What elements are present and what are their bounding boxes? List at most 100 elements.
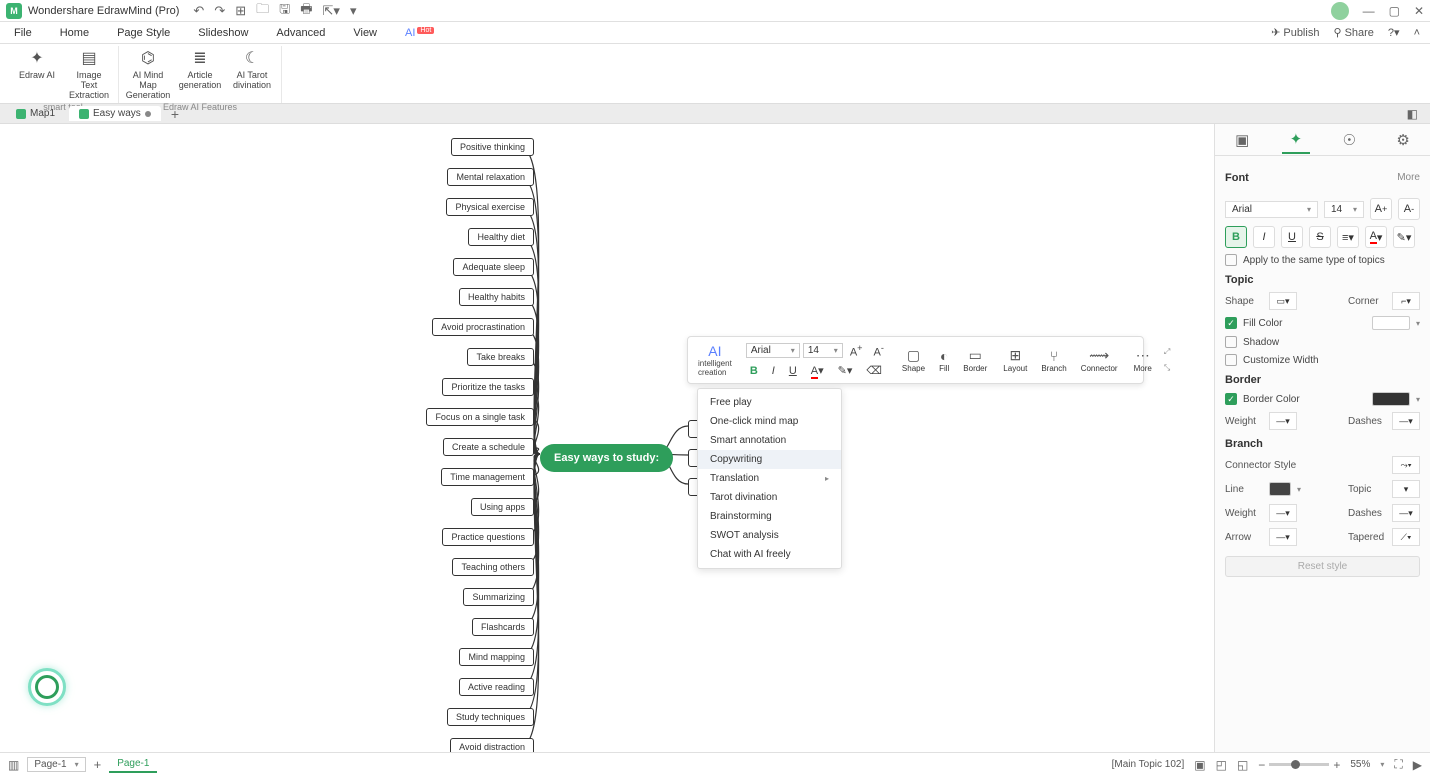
ft-branch[interactable]: ⑂Branch [1035,346,1072,375]
close-button[interactable]: ✕ [1414,4,1424,18]
subtopic-left-3[interactable]: Healthy diet [468,228,534,246]
ft-connector[interactable]: ⟿Connector [1075,345,1124,375]
rp-strike[interactable]: S [1309,226,1331,248]
ft-fontsize-up[interactable]: A+ [846,341,867,361]
ribbon-edraw-ai[interactable]: ✦Edraw AI [12,46,62,102]
zoom-out-icon[interactable]: − [1258,758,1265,772]
fullscreen-icon[interactable]: ⛶ [1394,757,1402,772]
subtopic-left-15[interactable]: Summarizing [463,588,534,606]
redo-icon[interactable]: ↷ [214,3,225,19]
subtopic-left-7[interactable]: Take breaks [467,348,534,366]
pages-icon[interactable]: ▥ [8,758,19,772]
reset-style-button[interactable]: Reset style [1225,556,1420,577]
subtopic-left-18[interactable]: Active reading [459,678,534,696]
cm-translation[interactable]: Translation▸ [698,469,841,488]
zoom-slider[interactable]: − + [1258,758,1340,772]
ft-bold[interactable]: B [746,363,762,379]
rp-tab-outline[interactable]: ▣ [1227,127,1257,153]
cm-tarot[interactable]: Tarot divination [698,488,841,507]
subtopic-left-16[interactable]: Flashcards [472,618,534,636]
fit-width-icon[interactable]: ◱ [1237,758,1248,772]
subtopic-left-1[interactable]: Mental relaxation [447,168,534,186]
rp-border-weight[interactable]: —▾ [1269,412,1297,430]
ribbon-image-text[interactable]: ▤Image Text Extraction [64,46,114,102]
new-icon[interactable]: ⊞ [235,3,246,19]
rp-more-link[interactable]: More [1397,172,1420,183]
ribbon-article-gen[interactable]: ≣Article generation [175,46,225,102]
rp-fill-check[interactable]: ✓Fill Color [1225,317,1282,329]
menu-advanced[interactable]: Advanced [272,25,329,41]
ft-border[interactable]: ▭Border [957,345,993,375]
cm-smart-annotation[interactable]: Smart annotation [698,431,841,450]
presentation-icon[interactable]: ▶ [1413,758,1422,772]
ft-fill[interactable]: ◐Fill [933,346,955,375]
rp-font-family[interactable]: Arial▾ [1225,201,1318,218]
export-icon[interactable]: ⇱▾ [323,3,340,19]
rp-connstyle[interactable]: ⤳▾ [1392,456,1420,474]
ft-fontcolor[interactable]: A▾ [807,362,828,379]
rp-branch-tapered[interactable]: ⟋▾ [1392,528,1420,546]
subtopic-left-6[interactable]: Avoid procrastination [432,318,534,336]
subtopic-left-11[interactable]: Time management [441,468,534,486]
rp-branch-arrow[interactable]: —▾ [1269,528,1297,546]
ribbon-mindmap-gen[interactable]: ⌬AI Mind Map Generation [123,46,173,102]
ft-size-select[interactable]: 14▾ [803,343,843,358]
ft-expand[interactable]: ⤢⤡ [1160,347,1174,373]
workspace[interactable]: Easy ways to study: Positive thinkingMen… [0,124,1214,752]
menu-pagestyle[interactable]: Page Style [113,25,174,41]
ft-highlight[interactable]: ✎▾ [834,362,857,379]
canvas[interactable]: Easy ways to study: Positive thinkingMen… [0,124,1214,752]
ft-ai-button[interactable]: AIintelligent creation [692,341,738,379]
ft-underline[interactable]: U [785,363,801,379]
rp-highlight[interactable]: ✎▾ [1393,226,1415,248]
rp-corner-select[interactable]: ⌐▾ [1392,292,1420,310]
doc-tab-map1[interactable]: Map1 [6,106,65,121]
menu-view[interactable]: View [349,25,381,41]
print-icon[interactable]: 🖶 [300,0,312,22]
undo-icon[interactable]: ↶ [193,3,204,19]
qa-more-icon[interactable]: ▾ [350,3,357,19]
add-page-button[interactable]: + [94,757,102,772]
rp-tab-settings[interactable]: ⚙ [1388,127,1417,153]
rp-font-size[interactable]: 14▾ [1324,201,1364,218]
rp-border-dashes[interactable]: —▾ [1392,412,1420,430]
save-icon[interactable]: 🖫 [279,0,290,22]
rp-italic[interactable]: I [1253,226,1275,248]
ft-clear-format[interactable]: ⌫ [862,362,886,379]
add-tab-button[interactable]: + [165,106,185,122]
help-icon[interactable]: ?▾ [1388,26,1400,39]
share-button[interactable]: ⚲ Share [1333,26,1373,39]
rp-tab-theme[interactable]: ☉ [1335,127,1364,153]
subtopic-left-0[interactable]: Positive thinking [451,138,534,156]
rp-border-swatch[interactable] [1372,392,1410,406]
rp-shadow-check[interactable]: Shadow [1225,336,1279,348]
subtopic-left-12[interactable]: Using apps [471,498,534,516]
subtopic-left-9[interactable]: Focus on a single task [426,408,534,426]
subtopic-left-13[interactable]: Practice questions [442,528,534,546]
menu-ai[interactable]: AIHot [401,25,438,41]
subtopic-left-2[interactable]: Physical exercise [446,198,534,216]
collapse-ribbon-icon[interactable]: ˄ [1414,27,1420,39]
fit-icon[interactable]: ▣ [1194,758,1205,772]
rp-underline[interactable]: U [1281,226,1303,248]
rp-font-smaller[interactable]: A- [1398,198,1420,220]
cm-brainstorming[interactable]: Brainstorming [698,507,841,526]
rp-fill-swatch[interactable] [1372,316,1410,330]
rp-bold[interactable]: B [1225,226,1247,248]
user-avatar[interactable] [1331,2,1349,20]
ribbon-tarot[interactable]: ☾AI Tarot divination [227,46,277,102]
rp-align[interactable]: ≡▾ [1337,226,1359,248]
cm-swot[interactable]: SWOT analysis [698,526,841,545]
menu-file[interactable]: File [10,25,36,41]
page-tab[interactable]: Page-1 [109,756,157,773]
cm-oneclick[interactable]: One-click mind map [698,412,841,431]
rp-line-swatch[interactable] [1269,482,1291,496]
maximize-button[interactable]: ▢ [1389,4,1400,18]
rp-branch-topic[interactable]: ▾ [1392,480,1420,498]
rp-bordercolor-check[interactable]: ✓Border Color [1225,393,1300,405]
subtopic-left-8[interactable]: Prioritize the tasks [442,378,534,396]
rp-shape-select[interactable]: ▭▾ [1269,292,1297,310]
subtopic-left-19[interactable]: Study techniques [447,708,534,726]
cm-free-play[interactable]: Free play [698,393,841,412]
rp-branch-weight[interactable]: —▾ [1269,504,1297,522]
